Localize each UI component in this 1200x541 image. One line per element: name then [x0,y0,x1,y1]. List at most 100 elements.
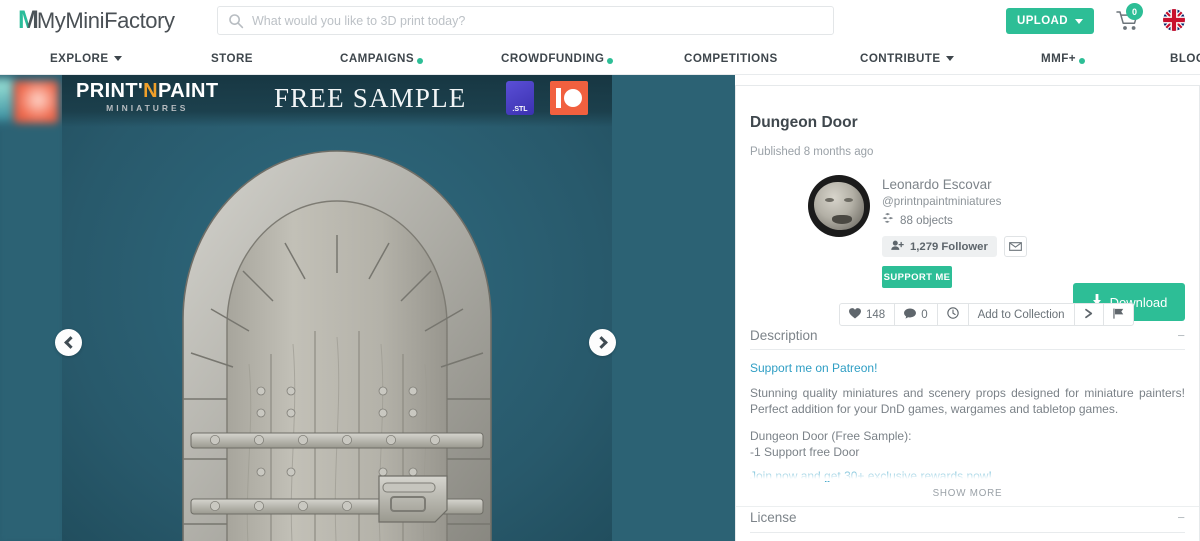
clock-icon [946,307,959,322]
envelope-icon [1008,238,1022,256]
nav-item-campaigns[interactable]: CAMPAIGNS [340,41,424,75]
nav-item-explore[interactable]: EXPLORE [50,41,122,75]
patreon-support-link[interactable]: Support me on Patreon! [750,361,1185,375]
description-section-header[interactable]: Description − [750,328,1185,350]
logo-subtitle: MINIATURES [106,103,189,113]
user-plus-icon [891,240,904,254]
nav-label: STORE [211,51,253,65]
chevron-down-icon [1074,18,1083,24]
search-icon [228,13,244,29]
add-to-collection-button[interactable]: Add to Collection [969,304,1075,325]
banner-headline: FREE SAMPLE [274,83,467,113]
nav-item-mmf-plus[interactable]: MMF+ [1041,41,1085,75]
notification-dot-icon [607,57,614,64]
chevron-down-icon [113,55,122,61]
message-author-button[interactable] [1003,236,1027,257]
cart-count-badge: 0 [1126,3,1143,20]
patreon-icon [550,81,588,115]
search-input[interactable] [252,13,833,28]
stl-file-icon: .STL [506,81,534,115]
avatar[interactable] [808,175,870,237]
description-heading: Description [750,328,818,343]
chevron-down-icon [945,55,954,61]
logo-mark: M [18,6,39,34]
share-button[interactable] [1075,304,1104,325]
collection-label: Add to Collection [977,308,1065,321]
upload-button[interactable]: UPLOAD [1006,8,1094,34]
logo-part-n: N [143,80,158,102]
author-handle[interactable]: @printnpaintminiatures [882,195,1027,208]
nav-item-contribute[interactable]: CONTRIBUTE [860,41,954,75]
stl-label: .STL [512,106,528,113]
nav-label: CONTRIBUTE [860,51,941,65]
notification-dot-icon [417,57,424,64]
collapse-icon: − [1177,509,1185,525]
nav-label: COMPETITIONS [684,51,778,65]
share-chevron-icon [1084,308,1094,322]
nav-label: EXPLORE [50,51,109,65]
nav-label: CAMPAIGNS [340,51,415,65]
license-heading: License [750,510,797,525]
nav-label: MMF+ [1041,51,1076,65]
author-block: Leonardo Escovar @printnpaintminiatures … [750,175,1185,321]
patreon-bar [556,88,561,108]
sample-line-2: -1 Support free Door [750,445,860,459]
image-carousel[interactable]: PRINT'NPAINT MINIATURES FREE SAMPLE .STL [0,75,735,541]
sample-line-1: Dungeon Door (Free Sample): [750,429,912,443]
carousel-prev-button[interactable] [55,329,82,356]
uk-flag-icon[interactable] [1163,9,1185,31]
published-date: Published 8 months ago [750,146,874,158]
author-name[interactable]: Leonardo Escovar [882,177,1027,192]
carousel-next-preview[interactable] [612,75,735,541]
logo-part-b: PAINT [158,80,219,102]
nav-label: CROWDFUNDING [501,51,605,65]
follow-button[interactable]: 1,279 Follower [882,236,997,257]
printnpaint-logo: PRINT'NPAINT MINIATURES [76,81,219,113]
like-button[interactable]: 148 [840,304,896,325]
history-button[interactable] [938,304,969,325]
action-bar: 148 0 Add to Collection [839,303,1134,326]
nav-item-competitions[interactable]: COMPETITIONS [684,41,778,75]
avatar-eye-right [844,198,853,202]
author-info: Leonardo Escovar @printnpaintminiatures … [882,175,1027,288]
license-section-header[interactable]: License − [750,510,1185,533]
object-count-label: 88 objects [900,213,953,227]
main-nav: EXPLORE STORE CAMPAIGNS CROWDFUNDING COM… [0,41,1200,75]
page-title: Dungeon Door [750,114,858,131]
nav-item-store[interactable]: STORE [211,41,253,75]
follow-row: 1,279 Follower [882,236,1027,257]
description-paragraph: Stunning quality miniatures and scenery … [750,386,1185,416]
logo-part-a: PRINT' [76,80,144,102]
join-rewards-link[interactable]: Join now and get 30+ exclusive rewards n… [750,469,1185,483]
search-bar[interactable] [217,6,834,35]
follower-count: 1,279 Follower [910,240,988,253]
page-root: MMyMiniFactory UPLOAD 0 [0,0,1200,541]
show-more-button[interactable]: SHOW MORE [736,482,1199,507]
author-object-count: 88 objects [882,213,1027,227]
prev-thumb-red [14,81,58,123]
comment-count: 0 [921,308,928,321]
nav-item-blog[interactable]: BLOG [1170,41,1200,75]
avatar-face [814,182,864,230]
like-count: 148 [866,308,886,321]
carousel-prev-preview[interactable] [0,75,62,541]
chevron-right-icon [594,336,608,349]
nav-item-crowdfunding[interactable]: CROWDFUNDING [501,41,614,75]
comment-icon [904,308,917,322]
comment-button[interactable]: 0 [895,304,938,325]
upload-button-label: UPLOAD [1017,15,1068,27]
chevron-left-icon [63,336,77,349]
prev-thumb-teal [0,79,14,121]
notification-dot-icon [1078,57,1085,64]
patreon-dot [564,89,582,107]
flag-icon [1112,308,1124,322]
promo-banner: PRINT'NPAINT MINIATURES FREE SAMPLE .STL [62,75,612,127]
report-button[interactable] [1104,304,1133,325]
site-logo[interactable]: M MyMiniFactory [18,0,175,41]
product-details-panel: Dungeon Door Published 8 months ago Leon… [735,85,1200,541]
carousel-next-button[interactable] [589,329,616,356]
support-me-button[interactable]: SUPPORT ME [882,266,952,288]
collapse-icon: − [1177,327,1185,343]
avatar-eye-left [825,198,834,202]
heart-icon [849,307,861,322]
